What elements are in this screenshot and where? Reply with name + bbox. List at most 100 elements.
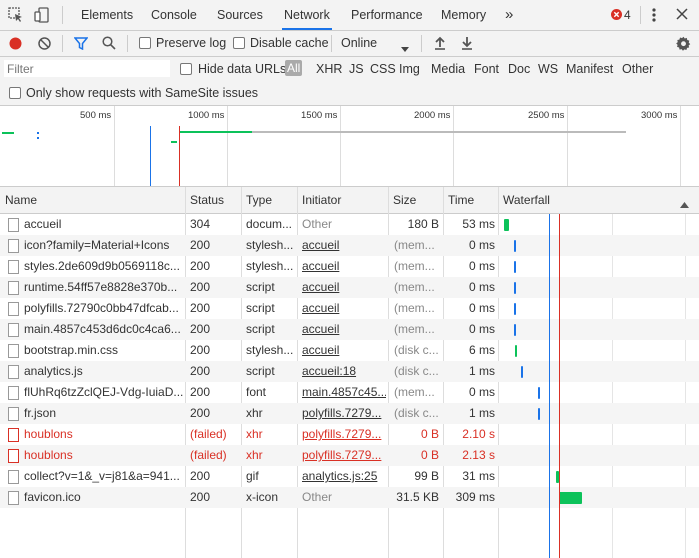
column-header-size[interactable]: Size bbox=[393, 187, 416, 213]
table-row[interactable]: houblons (failed) xhr polyfills.7279... 0 B 2… bbox=[0, 445, 699, 466]
samesite-label[interactable]: Only show requests with SameSite issues bbox=[26, 86, 258, 100]
waterfall-bar[interactable] bbox=[514, 302, 516, 315]
filter-type-img[interactable]: Img bbox=[399, 62, 420, 76]
record-icon[interactable] bbox=[9, 37, 22, 53]
hide-data-urls-checkbox[interactable] bbox=[180, 63, 192, 75]
export-har-icon[interactable] bbox=[461, 36, 473, 53]
table-row[interactable]: flUhRq6tzZclQEJ-Vdg-IuiaD... 200 font main.… bbox=[0, 382, 699, 403]
tab-sources[interactable]: Sources bbox=[217, 0, 263, 30]
column-header-status[interactable]: Status bbox=[190, 187, 224, 213]
table-row[interactable]: styles.2de609d9b0569118c... 200 stylesh...… bbox=[0, 256, 699, 277]
error-icon[interactable] bbox=[611, 9, 622, 23]
request-initiator[interactable]: main.4857c45... bbox=[302, 382, 386, 403]
request-name[interactable]: polyfills.72790c0bb47dfcab... bbox=[24, 298, 184, 319]
waterfall-bar[interactable] bbox=[538, 407, 540, 420]
request-name[interactable]: icon?family=Material+Icons bbox=[24, 235, 184, 256]
preserve-log-checkbox[interactable] bbox=[139, 37, 151, 49]
request-initiator[interactable]: polyfills.7279... bbox=[302, 424, 386, 445]
throttling-select[interactable]: Online bbox=[341, 36, 377, 50]
waterfall-bar[interactable] bbox=[559, 491, 582, 504]
table-row[interactable]: analytics.js 200 script accueil:18 (disk c..… bbox=[0, 361, 699, 382]
filter-type-doc[interactable]: Doc bbox=[508, 62, 530, 76]
waterfall-bar[interactable] bbox=[538, 386, 540, 399]
column-header-name[interactable]: Name bbox=[5, 187, 37, 213]
sort-ascending-icon[interactable] bbox=[680, 197, 689, 211]
filter-type-font[interactable]: Font bbox=[474, 62, 499, 76]
preserve-log-label[interactable]: Preserve log bbox=[156, 36, 226, 50]
tab-memory[interactable]: Memory bbox=[441, 0, 486, 30]
request-name[interactable]: accueil bbox=[24, 214, 184, 235]
request-name[interactable]: collect?v=1&_v=j81&a=941... bbox=[24, 466, 184, 487]
inspect-element-icon[interactable] bbox=[8, 7, 24, 26]
request-initiator[interactable]: accueil bbox=[302, 235, 386, 256]
waterfall-bar[interactable] bbox=[514, 281, 516, 294]
request-name[interactable]: flUhRq6tzZclQEJ-Vdg-IuiaD... bbox=[24, 382, 184, 403]
request-initiator[interactable]: accueil:18 bbox=[302, 361, 386, 382]
hide-data-urls-label[interactable]: Hide data URLs bbox=[198, 62, 286, 76]
import-har-icon[interactable] bbox=[434, 36, 446, 53]
request-name[interactable]: houblons bbox=[24, 445, 184, 466]
device-toolbar-icon[interactable] bbox=[34, 7, 50, 26]
request-initiator[interactable]: analytics.js:25 bbox=[302, 466, 386, 487]
table-row[interactable]: fr.json 200 xhr polyfills.7279... (disk c...… bbox=[0, 403, 699, 424]
close-icon[interactable] bbox=[676, 8, 688, 23]
request-initiator[interactable]: accueil bbox=[302, 256, 386, 277]
tab-performance[interactable]: Performance bbox=[351, 0, 423, 30]
clear-icon[interactable] bbox=[38, 37, 51, 53]
request-name[interactable]: bootstrap.min.css bbox=[24, 340, 184, 361]
request-name[interactable]: fr.json bbox=[24, 403, 184, 424]
table-row[interactable]: icon?family=Material+Icons 200 stylesh... a… bbox=[0, 235, 699, 256]
request-name[interactable]: runtime.54ff57e8828e370b... bbox=[24, 277, 184, 298]
request-name[interactable]: analytics.js bbox=[24, 361, 184, 382]
kebab-menu-icon[interactable] bbox=[651, 7, 657, 26]
waterfall-bar[interactable] bbox=[504, 218, 509, 231]
filter-type-js[interactable]: JS bbox=[349, 62, 364, 76]
filter-input[interactable] bbox=[4, 60, 170, 77]
error-count[interactable]: 4 bbox=[624, 8, 631, 22]
request-name[interactable]: favicon.ico bbox=[24, 487, 184, 508]
tab-elements[interactable]: Elements bbox=[81, 0, 133, 30]
request-initiator[interactable]: accueil bbox=[302, 277, 386, 298]
filter-type-other[interactable]: Other bbox=[622, 62, 653, 76]
table-row[interactable]: favicon.ico 200 x-icon Other 31.5 KB 309 ms bbox=[0, 487, 699, 508]
disable-cache-checkbox[interactable] bbox=[233, 37, 245, 49]
waterfall-bar[interactable] bbox=[514, 239, 516, 252]
column-header-initiator[interactable]: Initiator bbox=[302, 187, 341, 213]
waterfall-bar[interactable] bbox=[514, 260, 516, 273]
more-tabs-button[interactable]: » bbox=[505, 0, 513, 30]
request-name[interactable]: styles.2de609d9b0569118c... bbox=[24, 256, 184, 277]
request-initiator[interactable]: accueil bbox=[302, 298, 386, 319]
request-initiator[interactable]: polyfills.7279... bbox=[302, 445, 386, 466]
table-row[interactable]: bootstrap.min.css 200 stylesh... accueil (di… bbox=[0, 340, 699, 361]
waterfall-bar[interactable] bbox=[515, 344, 517, 357]
table-row[interactable]: runtime.54ff57e8828e370b... 200 script accu… bbox=[0, 277, 699, 298]
samesite-checkbox[interactable] bbox=[9, 87, 21, 99]
network-overview[interactable]: 500 ms 1000 ms 1500 ms 2000 ms 2500 ms 3… bbox=[0, 106, 699, 187]
request-name[interactable]: houblons bbox=[24, 424, 184, 445]
waterfall-bar[interactable] bbox=[521, 365, 523, 378]
filter-type-css[interactable]: CSS bbox=[370, 62, 396, 76]
tab-console[interactable]: Console bbox=[151, 0, 197, 30]
disable-cache-label[interactable]: Disable cache bbox=[250, 36, 329, 50]
tab-network[interactable]: Network bbox=[282, 0, 332, 30]
column-header-type[interactable]: Type bbox=[246, 187, 272, 213]
column-header-time[interactable]: Time bbox=[448, 187, 474, 213]
filter-type-ws[interactable]: WS bbox=[538, 62, 558, 76]
request-initiator[interactable]: accueil bbox=[302, 319, 386, 340]
table-row[interactable]: accueil 304 docum... Other 180 B 53 ms bbox=[0, 214, 699, 235]
request-name[interactable]: main.4857c453d6dc0c4ca6... bbox=[24, 319, 184, 340]
filter-type-manifest[interactable]: Manifest bbox=[566, 62, 613, 76]
filter-type-media[interactable]: Media bbox=[431, 62, 465, 76]
gear-icon[interactable] bbox=[676, 36, 691, 54]
request-initiator[interactable]: accueil bbox=[302, 340, 386, 361]
filter-type-all[interactable]: All bbox=[285, 60, 303, 76]
filter-icon[interactable] bbox=[73, 37, 89, 53]
table-row[interactable]: collect?v=1&_v=j81&a=941... 200 gif analyti… bbox=[0, 466, 699, 487]
search-icon[interactable] bbox=[102, 36, 116, 53]
request-initiator[interactable]: polyfills.7279... bbox=[302, 403, 386, 424]
filter-type-xhr[interactable]: XHR bbox=[316, 62, 342, 76]
column-header-waterfall[interactable]: Waterfall bbox=[503, 187, 550, 213]
waterfall-bar[interactable] bbox=[514, 323, 516, 336]
table-row[interactable]: houblons (failed) xhr polyfills.7279... 0 B 2… bbox=[0, 424, 699, 445]
chevron-down-icon[interactable] bbox=[401, 41, 409, 55]
